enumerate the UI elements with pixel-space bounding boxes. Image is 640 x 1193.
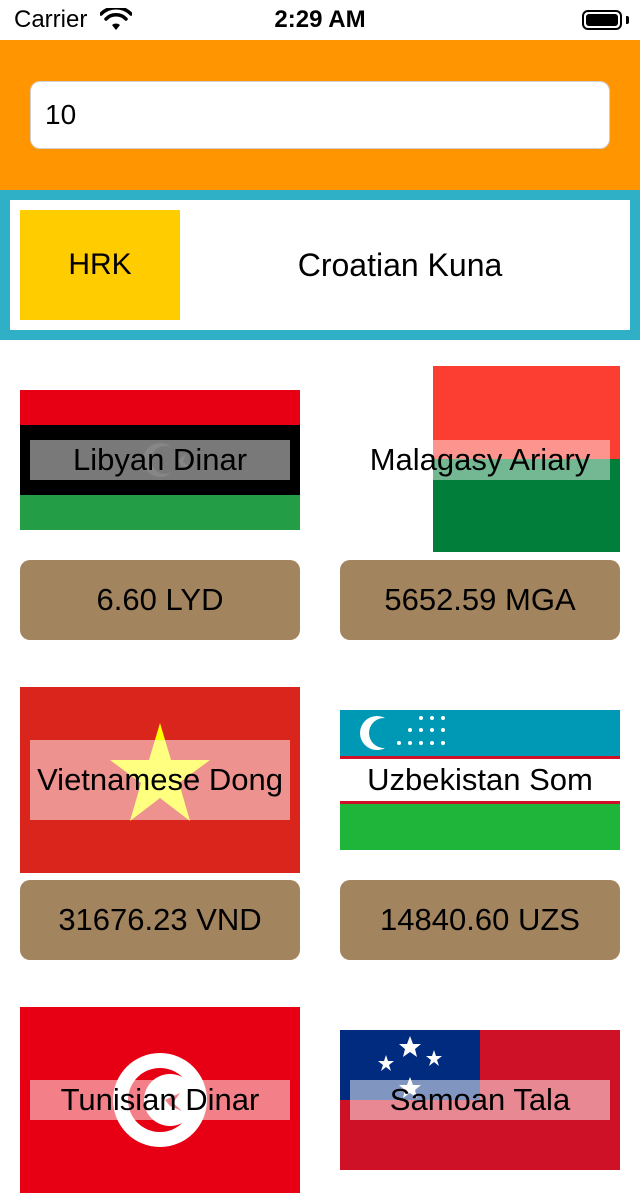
currency-card-vnd[interactable]: Vietnamese Dong 31676.23 VND [20, 680, 300, 960]
battery-icon [582, 10, 622, 30]
currency-name-label: Tunisian Dinar [30, 1080, 290, 1120]
currency-value: 31676.23 VND [20, 880, 300, 960]
clock: 2:29 AM [274, 6, 366, 33]
base-currency-card[interactable]: HRK Croatian Kuna [10, 200, 630, 330]
currency-name-label: Samoan Tala [350, 1080, 610, 1120]
currency-card-lyd[interactable]: Libyan Dinar 6.60 LYD [20, 360, 300, 640]
currency-name-label: Libyan Dinar [30, 440, 290, 480]
currency-name-label: Vietnamese Dong [30, 740, 290, 820]
currency-card-wst[interactable]: Samoan Tala [340, 1000, 620, 1170]
currency-value: 5652.59 MGA [340, 560, 620, 640]
currency-card-tnd[interactable]: Tunisian Dinar [20, 1000, 300, 1193]
base-currency-name: Croatian Kuna [297, 246, 503, 283]
currency-name-label: Malagasy Ariary [350, 440, 610, 480]
currency-value: 14840.60 UZS [340, 880, 620, 960]
base-currency-code[interactable]: HRK [20, 210, 180, 320]
status-bar: Carrier 2:29 AM [0, 0, 640, 40]
currency-value: 6.60 LYD [20, 560, 300, 640]
currency-name-label: Uzbekistan Som [350, 760, 610, 800]
battery-tip [626, 16, 629, 24]
header [0, 40, 640, 190]
base-currency-panel[interactable]: HRK Croatian Kuna [0, 190, 640, 340]
amount-input[interactable] [30, 81, 610, 149]
currency-card-uzs[interactable]: Uzbekistan Som 14840.60 UZS [340, 680, 620, 960]
currency-card-mga[interactable]: Malagasy Ariary 5652.59 MGA [340, 360, 620, 640]
